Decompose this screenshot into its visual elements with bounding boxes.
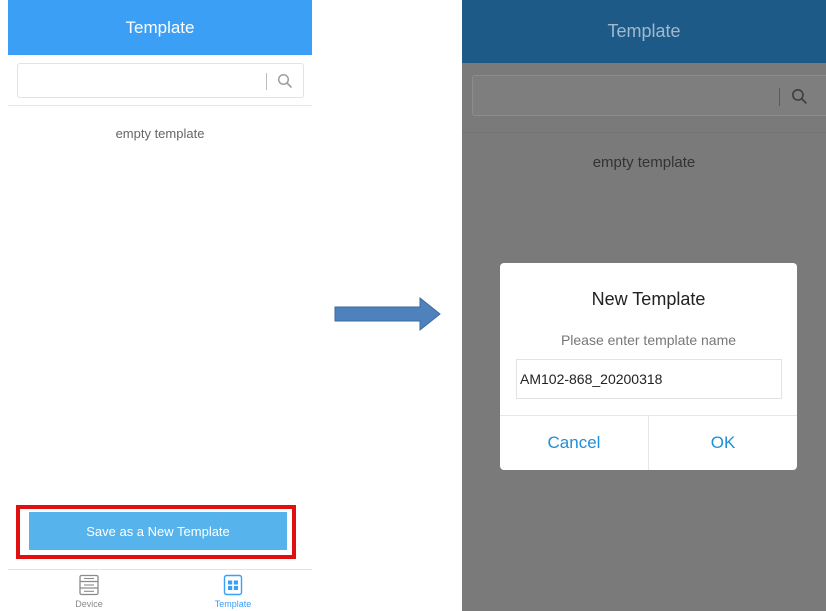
template-name-input[interactable] xyxy=(516,359,782,399)
divider xyxy=(462,132,826,133)
empty-state-text: empty template xyxy=(592,154,696,171)
device-list-icon xyxy=(79,574,99,596)
search-icon[interactable] xyxy=(277,73,293,89)
dialog-subtitle: Please enter template name xyxy=(560,332,737,348)
search-divider xyxy=(266,73,267,90)
empty-state-text: empty template xyxy=(115,126,205,141)
header-bar: Template xyxy=(8,0,312,55)
search-divider xyxy=(779,88,780,106)
tab-device[interactable]: Device xyxy=(44,574,134,611)
new-template-dialog: New Template Please enter template name … xyxy=(500,263,797,470)
cancel-button[interactable]: Cancel xyxy=(500,416,648,470)
divider xyxy=(8,105,312,106)
ok-button[interactable]: OK xyxy=(649,416,797,470)
right-arrow-icon xyxy=(334,296,441,332)
page-title: Template xyxy=(607,21,681,41)
tab-device-label: Device xyxy=(75,599,103,609)
template-screen: Template empty template Save as a New Te… xyxy=(8,0,312,611)
search-icon xyxy=(792,89,807,104)
template-screen-dialog: Template empty template New Template Ple… xyxy=(462,0,826,611)
tab-template-label: Template xyxy=(214,599,252,609)
highlight-annotation xyxy=(16,505,296,559)
tab-bar-divider xyxy=(8,569,312,570)
dialog-title: New Template xyxy=(591,289,706,309)
template-grid-icon xyxy=(223,574,243,596)
tab-template[interactable]: Template xyxy=(188,574,278,611)
page-title: Template xyxy=(125,17,195,37)
search-input[interactable] xyxy=(17,63,304,98)
header-bar: Template xyxy=(462,0,826,63)
search-input xyxy=(472,75,826,116)
